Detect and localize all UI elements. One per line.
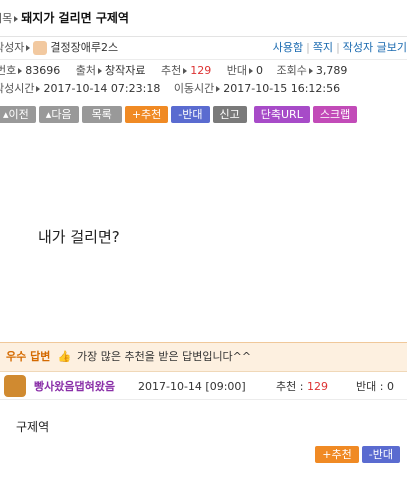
link-author-posts[interactable]: 작성자 글보기 (343, 41, 407, 54)
author-links: 사용함 | 쪽지 | 작성자 글보기 (272, 41, 407, 54)
stats-row: 번호 83696 출처 창작자료 추천 129 반대 0 조회수 3,789 (0, 62, 347, 80)
title-label: 제목 (0, 12, 13, 25)
list-button[interactable]: 목록 (81, 106, 122, 123)
answer-text: 구제역 (16, 420, 50, 434)
title-row: 제목 돼지가 걸리면 구제역 (0, 0, 407, 37)
moved-label: 이동시간 (173, 82, 215, 95)
report-button[interactable]: 신고 (212, 106, 247, 123)
arrow-icon (14, 15, 19, 22)
answer-date: 2017-10-14 [09:00] (138, 380, 246, 393)
best-answer-header: 우수 답변 👍 가장 많은 추천을 받은 답변입니다^^ (0, 343, 407, 372)
views-label: 조회수 (276, 64, 307, 77)
answer-meta-row: 빵사왔음댑혀왔음 2017-10-14 [09:00] 추천 : 129 반대 … (0, 375, 407, 400)
category-value: 창작자료 (105, 64, 146, 77)
oppose-button[interactable]: -반대 (171, 106, 210, 123)
author-row: 작성자 결정장애루2스 사용함|쪽지|작성자 글보기 (0, 37, 407, 60)
post-number: 83696 (25, 64, 61, 77)
arrow-icon (36, 85, 41, 92)
best-badge: 우수 답변 (6, 350, 51, 363)
arrow-icon (216, 85, 221, 92)
prev-button[interactable]: ▴이전 (0, 106, 36, 123)
created-time: 2017-10-14 07:23:18 (43, 82, 161, 95)
rec-label: 추천 (160, 64, 182, 77)
scrap-button[interactable]: 스크랩 (312, 106, 358, 123)
time-row: 작성시간 2017-10-14 07:23:18 이동시간 2017-10-15 1… (0, 80, 340, 98)
avatar (4, 375, 26, 397)
link-message[interactable]: 쪽지 (313, 41, 333, 54)
link-usage[interactable]: 사용함 (273, 41, 303, 54)
answer-author[interactable]: 빵사왔음댑혀왔음 (34, 375, 115, 399)
user-icon (33, 41, 48, 55)
answer-rec: 추천 : 129 (276, 380, 328, 393)
arrow-icon (26, 44, 31, 51)
post-body: 내가 걸리면? (38, 228, 120, 246)
no-label: 번호 (0, 64, 17, 77)
author-name[interactable]: 결정장애루2스 (50, 41, 118, 54)
short-url-button[interactable]: 단축URL (253, 106, 310, 123)
next-button[interactable]: ▴다음 (38, 106, 79, 123)
action-toolbar: ▴이전 ▴다음 목록 +추천 -반대 신고 단축URL 스크랩 (0, 106, 360, 126)
opp-count: 0 (255, 64, 263, 77)
arrow-icon (18, 67, 23, 74)
category-label: 출처 (75, 64, 96, 77)
best-answer: 우수 답변 👍 가장 많은 추천을 받은 답변입니다^^ 빵사왔음댑혀왔음 20… (0, 342, 407, 475)
arrow-icon (308, 67, 313, 74)
opp-label: 반대 (226, 64, 247, 77)
answer-recommend-button[interactable]: +추천 (315, 446, 359, 463)
recommend-button[interactable]: +추천 (124, 106, 169, 123)
created-label: 작성시간 (0, 82, 35, 95)
best-desc: 가장 많은 추천을 받은 답변입니다^^ (77, 350, 252, 363)
page-title: 돼지가 걸리면 구제역 (21, 11, 129, 25)
answer-oppose-button[interactable]: -반대 (361, 446, 400, 463)
author-label: 작성자 (0, 41, 25, 54)
rec-count: 129 (190, 64, 212, 77)
views-count: 3,789 (315, 64, 348, 77)
thumbs-up-icon: 👍 (57, 350, 72, 363)
answer-actions: +추천 -반대 (315, 446, 403, 463)
arrow-icon (183, 67, 188, 74)
moved-time: 2017-10-15 16:12:56 (223, 82, 341, 95)
answer-opp: 반대 : 0 (356, 380, 394, 393)
arrow-icon (248, 67, 253, 74)
arrow-icon (98, 67, 102, 74)
